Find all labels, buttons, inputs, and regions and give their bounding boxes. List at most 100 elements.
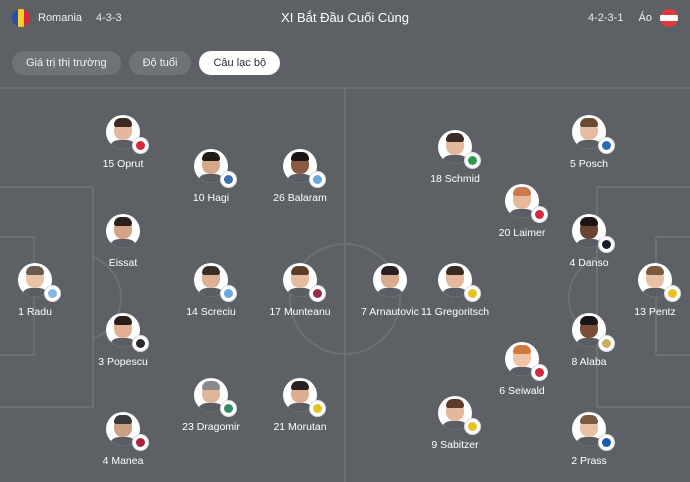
player-posch[interactable]: 5 Posch [534,115,644,170]
player-prass[interactable]: 2 Prass [534,412,644,467]
photo-hair [114,217,132,226]
player-seiwald[interactable]: 6 Seiwald [467,342,577,397]
tab-age[interactable]: Độ tuổi [128,51,192,75]
photo-hair [446,133,464,142]
club-crest-mark [602,240,611,249]
photo-hair [513,187,531,196]
gent-badge-icon [132,335,149,352]
photo-hair [26,266,44,275]
pitch: 1 Radu 15 Oprut Eissat 3 Popescu 4 Manea… [0,87,690,482]
player-name: 14 Screciu [186,306,236,318]
player-name: 20 Laimer [498,227,546,239]
photo-hair [580,415,598,424]
como-badge-icon [598,137,615,154]
photo-shirt [109,239,137,248]
photo-hair [202,152,220,161]
photo-hair [446,266,464,275]
photo-hair [381,266,399,275]
club-crest-mark [313,175,322,184]
photo-hair [580,316,598,325]
away-team[interactable]: Áo [631,9,678,27]
player-name: 11 Gregoritsch [420,306,490,318]
club-crest-mark [313,404,322,413]
player-avatar-wrap [572,115,615,154]
club-crest-mark [224,404,233,413]
player-gregoritsch[interactable]: 11 Gregoritsch [400,263,510,318]
player-popescu[interactable]: 3 Popescu [68,313,178,368]
player-name: 17 Munteanu [269,306,331,318]
page-title: XI Bắt Đầu Cuối Cùng [281,10,409,25]
player-avatar-wrap [505,342,548,381]
club-crest-mark [602,438,611,447]
lineup-header: Romania 4-3-3 XI Bắt Đầu Cuối Cùng 4-2-3… [0,0,690,36]
club-crest-mark [136,438,145,447]
photo-hair [646,266,664,275]
player-name: 3 Popescu [98,356,148,368]
leipzig-badge-icon [531,364,548,381]
club-crest-mark [224,289,233,298]
bremen-badge-icon [464,152,481,169]
player-name: 9 Sabitzer [431,439,479,451]
player-schmid[interactable]: 18 Schmid [400,130,510,185]
tab-market-value[interactable]: Giá trị thị trường [12,51,121,75]
club-crest-mark [136,141,145,150]
player-photo [106,214,140,248]
player-name: 15 Oprut [102,158,144,170]
photo-hair [114,118,132,127]
player-name: 26 Balaram [273,192,327,204]
club-crest-mark [535,368,544,377]
dortmund-badge-icon [464,418,481,435]
photo-hair [446,399,464,408]
brondby-badge-icon [464,285,481,302]
club-crest-mark [468,289,477,298]
spurs-badge-icon [598,236,615,253]
player-name: 21 Morutan [273,421,327,433]
photo-hair [291,152,309,161]
photo-hair [513,345,531,354]
player-name: 1 Radu [18,306,52,318]
player-name: 2 Prass [571,455,607,467]
filter-tabs: Giá trị thị trường Độ tuổi Câu lạc bộ [12,51,281,75]
player-name: 10 Hagi [192,192,230,204]
player-avatar-wrap [106,313,149,352]
lineup-screen: Romania 4-3-3 XI Bắt Đầu Cuối Cùng 4-2-3… [0,0,690,482]
player-eissat[interactable]: Eissat [68,214,178,269]
club-crest-mark [468,156,477,165]
player-pentz[interactable]: 13 Pentz [600,263,690,318]
club-crest-mark [602,339,611,348]
player-avatar-wrap [638,263,681,302]
player-balaram[interactable]: 26 Balaram [245,149,355,204]
player-name: 4 Manea [102,455,144,467]
player-avatar-wrap [106,214,140,248]
club-crest-mark [668,289,677,298]
craiova-badge-icon [220,285,237,302]
photo-hair [291,266,309,275]
tab-club[interactable]: Câu lạc bộ [199,51,281,75]
bayern-badge-icon [531,206,548,223]
club-crest-mark [48,289,57,298]
player-avatar-wrap [572,313,615,352]
player-avatar-wrap [106,412,149,451]
club-crest-mark [535,210,544,219]
player-radu[interactable]: 1 Radu [0,263,90,318]
aris-badge-icon [309,400,326,417]
club-crest-mark [468,422,477,431]
player-avatar-wrap [283,263,326,302]
alaves-badge-icon [220,171,237,188]
away-formation: 4-2-3-1 [588,12,624,24]
player-avatar-wrap [572,412,615,451]
photo-hair [580,118,598,127]
player-avatar-wrap [283,149,326,188]
player-avatar-wrap [438,396,481,435]
player-avatar-wrap [438,130,481,169]
club-crest-mark [136,339,145,348]
player-morutan[interactable]: 21 Morutan [245,378,355,433]
club-crest-mark [602,141,611,150]
player-name: Eissat [108,257,138,269]
club-crest-mark [313,289,322,298]
player-sabitzer[interactable]: 9 Sabitzer [400,396,510,451]
cfr-badge-icon [309,285,326,302]
brondby-badge-icon [664,285,681,302]
player-laimer[interactable]: 20 Laimer [467,184,577,239]
player-avatar-wrap [18,263,61,302]
